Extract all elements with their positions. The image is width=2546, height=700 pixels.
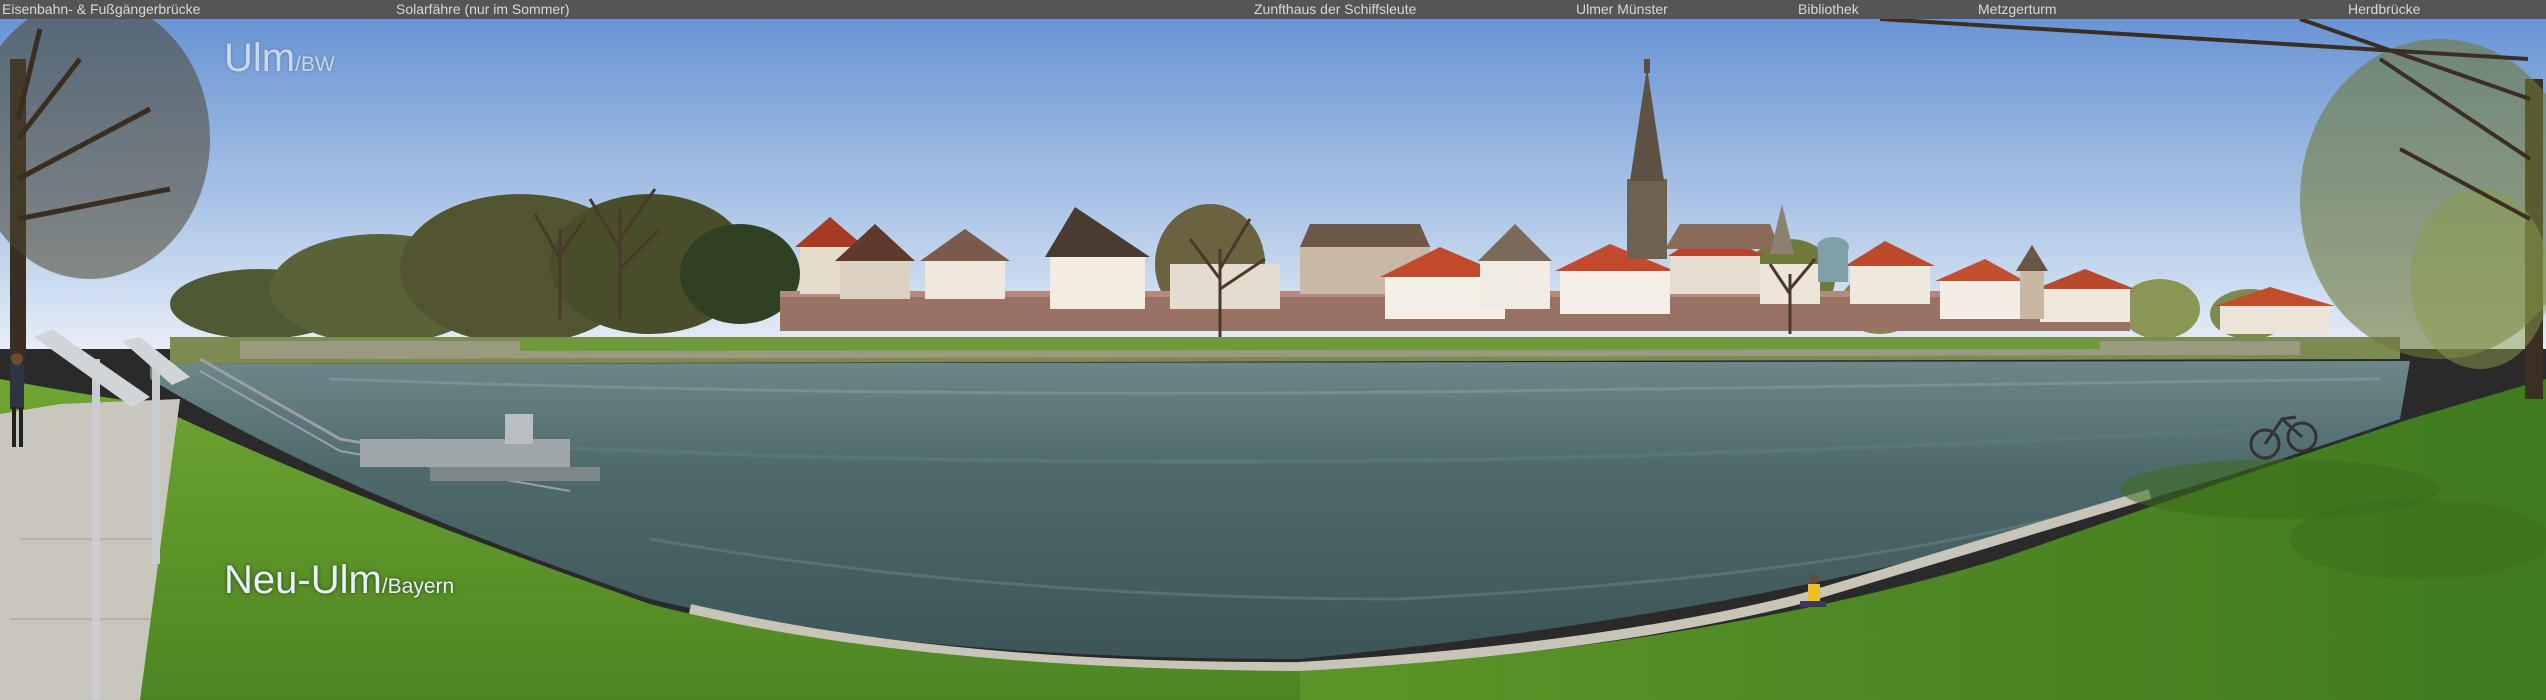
north-bank — [170, 337, 2400, 364]
landmark-label-railway-bridge: Eisenbahn- & Fußgängerbrücke — [2, 1, 201, 17]
landmark-label-bar: Eisenbahn- & Fußgängerbrücke Solarfähre … — [0, 0, 2546, 19]
caption-ulm-city: Ulm — [224, 36, 296, 80]
caption-neu-ulm-state: /Bayern — [381, 575, 455, 598]
caption-neu-ulm-city: Neu-Ulm — [224, 558, 382, 602]
landmark-label-herd-bridge: Herdbrücke — [2348, 1, 2421, 17]
caption-ulm: Ulm/BW — [224, 36, 335, 81]
caption-neu-ulm: Neu-Ulm/Bayern — [224, 558, 454, 603]
landmark-label-minster: Ulmer Münster — [1576, 1, 1668, 17]
caption-ulm-state: /BW — [295, 53, 335, 76]
landmark-label-solar-ferry: Solarfähre (nur im Sommer) — [396, 1, 570, 17]
landmark-label-library: Bibliothek — [1798, 1, 1859, 17]
landmark-label-butchers-tower: Metzgerturm — [1978, 1, 2057, 17]
panorama-frame: Eisenbahn- & Fußgängerbrücke Solarfähre … — [0, 0, 2546, 700]
landmark-label-guild-house: Zunfthaus der Schiffsleute — [1254, 1, 1417, 17]
